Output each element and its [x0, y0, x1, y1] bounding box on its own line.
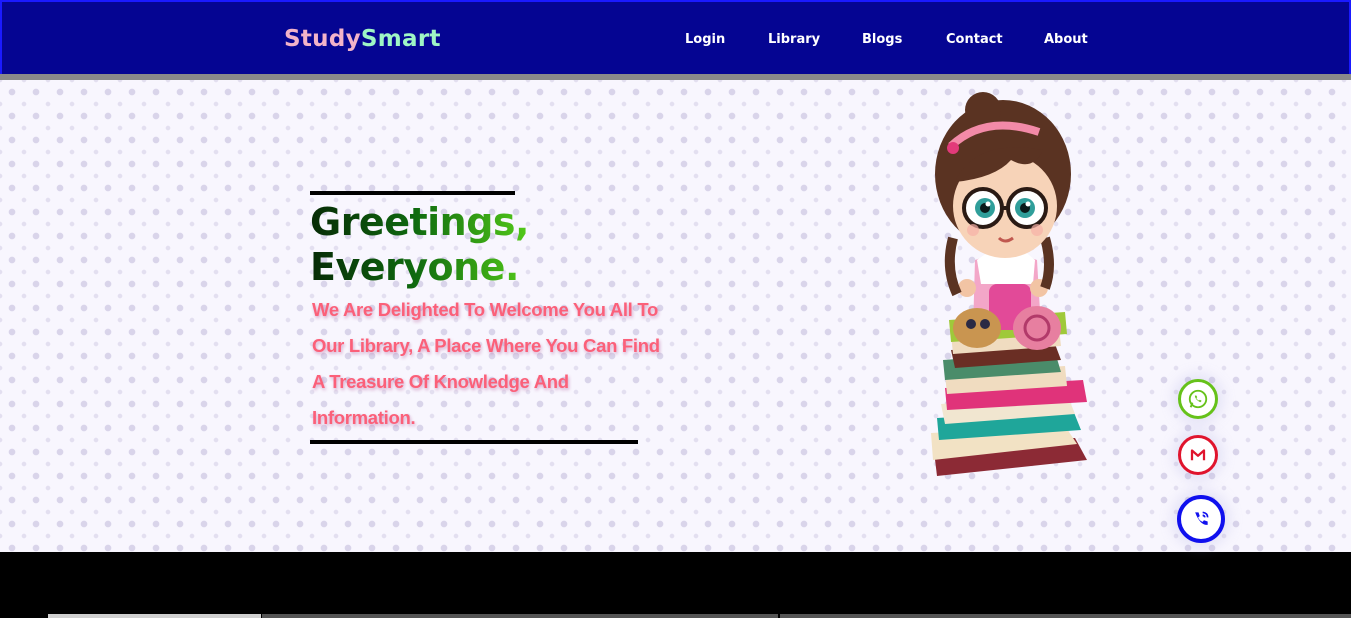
headline-line-2: Everyone.	[310, 245, 519, 289]
headline-top-rule	[310, 191, 515, 195]
gmail-icon	[1190, 449, 1206, 461]
whatsapp-button[interactable]	[1178, 379, 1218, 419]
whatsapp-icon	[1188, 389, 1208, 409]
logo-smart-text: Smart	[360, 26, 441, 52]
welcome-text: We Are Delighted To Welcome You All To O…	[312, 292, 732, 436]
phone-button[interactable]	[1177, 495, 1225, 543]
footer-divider	[262, 614, 778, 618]
headline-line-1: Greetings,	[310, 200, 529, 244]
welcome-bottom-rule	[310, 440, 638, 444]
site-logo[interactable]: StudySmart	[284, 26, 441, 52]
girl-figure	[935, 92, 1071, 330]
hero-headline: Greetings, Everyone.	[310, 200, 730, 290]
footer-divider	[48, 614, 261, 618]
nav-link-blogs[interactable]: Blogs	[862, 32, 902, 47]
gmail-button[interactable]	[1178, 435, 1218, 475]
book-stack	[931, 312, 1087, 476]
nav-link-about[interactable]: About	[1044, 32, 1088, 47]
welcome-line: Information.	[312, 407, 416, 428]
top-navbar: StudySmart Login Library Blogs Contact A…	[0, 0, 1351, 74]
welcome-line: A Treasure Of Knowledge And	[312, 371, 569, 392]
girl-on-books-illustration	[931, 92, 1087, 476]
phone-icon	[1195, 511, 1209, 525]
nav-link-contact[interactable]: Contact	[946, 32, 1003, 47]
nav-link-login[interactable]: Login	[685, 32, 725, 47]
welcome-line: We Are Delighted To Welcome You All To	[312, 299, 658, 320]
welcome-line: Our Library, A Place Where You Can Find	[312, 335, 660, 356]
hero-section: Greetings, Everyone. We Are Delighted To…	[0, 80, 1351, 552]
footer-divider	[780, 614, 1351, 618]
nav-link-library[interactable]: Library	[768, 32, 820, 47]
logo-study-text: Study	[284, 26, 361, 52]
